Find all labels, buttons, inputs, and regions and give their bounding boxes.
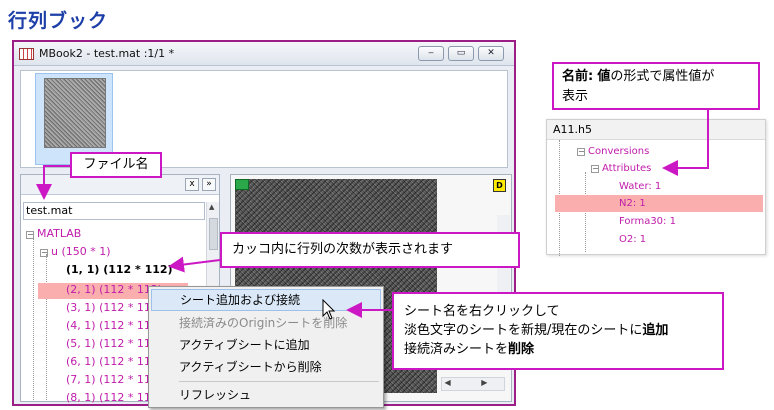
collapse-icon[interactable]: − (591, 165, 599, 173)
scroll-up-icon[interactable]: ▲ (209, 203, 214, 211)
tree-guide-line (585, 172, 586, 252)
h5-tree-panel: A11.h5 − Conversions − Attributes Water: 1… (546, 119, 766, 256)
tree-root[interactable]: − MATLAB (26, 227, 81, 240)
callout-line: 表示 (562, 89, 589, 104)
callout-attribute-format: 名前: 値の形式で属性値が 表示 (552, 62, 760, 110)
tree-variable[interactable]: − u (150 * 1) (40, 245, 111, 258)
context-menu: シート追加および接続 接続済みのOriginシートを削除 アクティブシートに追加… (148, 286, 384, 408)
matrix-book-icon (19, 48, 34, 60)
callout-line: シート名を右クリックして (404, 304, 560, 319)
h5-row-highlight (555, 195, 763, 212)
h5-tree-item[interactable]: − Conversions (577, 146, 649, 157)
callout-line: 接続済みシートを削除 (404, 342, 535, 357)
h5-attribute-item[interactable]: Forma30: 1 (619, 216, 676, 227)
menu-separator (179, 381, 379, 382)
menu-refresh[interactable]: リフレッシュ (151, 384, 381, 406)
tree-guide-line (46, 254, 47, 400)
window-title: MBook2 - test.mat :1/1 * (39, 47, 175, 60)
h5-attribute-item[interactable]: N2: 1 (619, 198, 646, 209)
collapse-icon[interactable]: − (40, 249, 48, 257)
menu-add-connect-sheet[interactable]: シート追加および接続 (151, 289, 381, 311)
tree-matrix-item[interactable]: (1, 1) (112 * 112) (66, 263, 173, 276)
callout-matrix-dimension: カッコ内に行列の次数が表示されます (220, 232, 520, 268)
tree-pane-header: x » (21, 175, 219, 195)
scroll-thumb[interactable] (209, 218, 218, 250)
collapse-icon[interactable]: − (577, 148, 585, 156)
menu-delete-connected-sheet[interactable]: 接続済みのOriginシートを削除 (151, 312, 381, 334)
restore-button[interactable]: ▭ (448, 46, 474, 61)
collapse-icon[interactable]: − (26, 231, 34, 239)
callout-right-click: シート名を右クリックして 淡色文字のシートを新規/現在のシートに追加 接続済みシ… (392, 292, 724, 370)
callout-line: 淡色文字のシートを新規/現在のシートに追加 (404, 323, 669, 338)
callout-line: 名前: 値の形式で属性値が (562, 69, 715, 84)
thumbnail-image (44, 78, 106, 148)
pane-close-button[interactable]: x (185, 178, 199, 191)
window-titlebar[interactable]: MBook2 - test.mat :1/1 * ‒ ▭ ✕ (14, 42, 514, 66)
menu-remove-from-active-sheet[interactable]: アクティブシートから削除 (151, 356, 381, 378)
h5-tree-item[interactable]: − Attributes (591, 163, 651, 174)
preview-hscroll[interactable]: ◀ ▶ (441, 377, 505, 391)
pane-expand-button[interactable]: » (202, 178, 216, 191)
h5-attribute-item[interactable]: Water: 1 (619, 181, 661, 192)
callout-filename: ファイル名 (70, 152, 162, 178)
tree-guide-line (33, 236, 34, 400)
d-toggle-icon[interactable]: D (493, 179, 506, 192)
menu-add-to-active-sheet[interactable]: アクティブシートに追加 (151, 334, 381, 356)
page-title: 行列ブック (8, 10, 109, 32)
folder-icon[interactable] (235, 179, 249, 190)
close-button[interactable]: ✕ (478, 46, 504, 61)
h5-panel-title: A11.h5 (547, 120, 765, 140)
minimize-button[interactable]: ‒ (418, 46, 444, 61)
h5-attribute-item[interactable]: O2: 1 (619, 234, 646, 245)
file-path-field[interactable]: test.mat (23, 202, 205, 220)
